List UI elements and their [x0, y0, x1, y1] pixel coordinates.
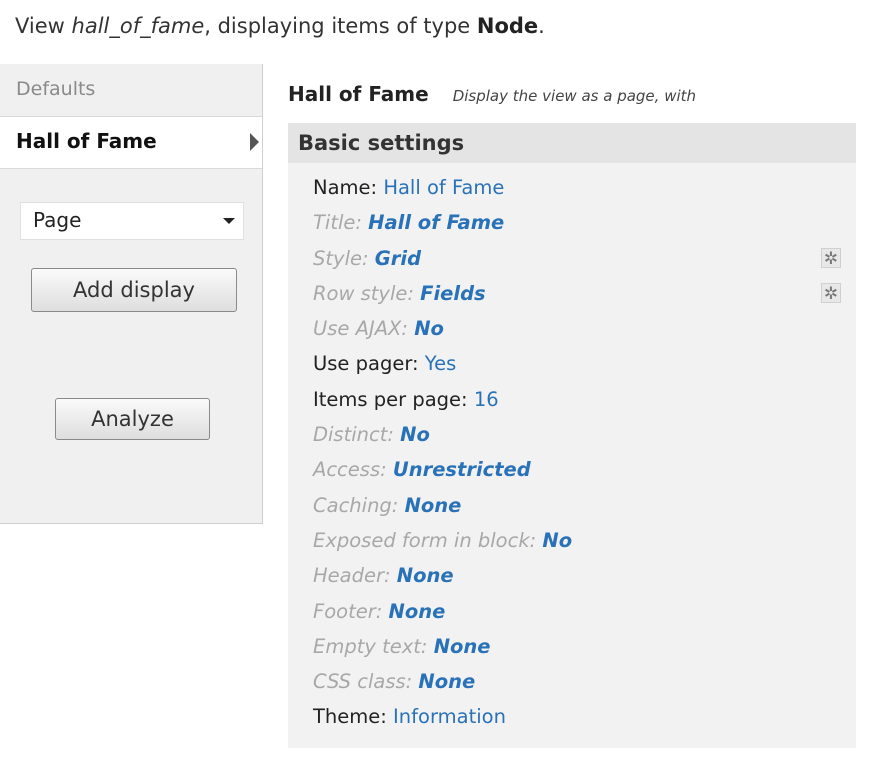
setting-label: Items per page:	[313, 387, 468, 411]
display-description: Display the view as a page, with	[452, 87, 697, 105]
setting-value-link[interactable]: No	[414, 317, 444, 340]
view-base-type: Node	[476, 14, 539, 38]
setting-row: Theme: Information	[313, 705, 572, 740]
setting-label: Caching:	[313, 493, 399, 517]
analyze-button[interactable]: Analyze	[55, 398, 210, 440]
basic-settings-title: Basic settings	[298, 131, 465, 155]
setting-row: Use pager: Yes	[313, 352, 572, 387]
setting-row: Caching: None	[313, 494, 572, 529]
description-prefix: View	[15, 14, 72, 38]
description-suffix: .	[538, 14, 545, 38]
setting-row: Title: Hall of Fame	[313, 211, 572, 246]
setting-value-link[interactable]: None	[434, 635, 491, 658]
setting-row: Access: Unrestricted	[313, 458, 572, 493]
tab-defaults-label: Defaults	[16, 78, 96, 100]
setting-value-link[interactable]: Hall of Fame	[383, 176, 504, 199]
setting-label: Distinct:	[313, 423, 394, 447]
setting-row: Style: Grid	[313, 247, 572, 282]
setting-label: Access:	[313, 458, 387, 482]
setting-value-link[interactable]: 16	[474, 388, 499, 411]
setting-label: Header:	[313, 564, 391, 588]
triangle-right-icon	[250, 133, 259, 151]
setting-value-link[interactable]: No	[542, 529, 572, 552]
description-middle: , displaying items of type	[204, 14, 477, 38]
setting-value-link[interactable]: Information	[393, 705, 506, 728]
add-display-button[interactable]: Add display	[31, 268, 237, 312]
setting-value-link[interactable]: Yes	[425, 352, 456, 375]
setting-value-link[interactable]: None	[405, 494, 462, 517]
setting-row: Distinct: No	[313, 423, 572, 458]
setting-label: Use pager:	[313, 352, 419, 376]
setting-value-link[interactable]: None	[418, 670, 475, 693]
setting-value-link[interactable]: Grid	[375, 247, 421, 270]
settings-list: Name: Hall of Fame Title: Hall of Fame Sty…	[313, 176, 572, 741]
basic-settings-header: Basic settings	[288, 123, 856, 163]
setting-row: Header: None	[313, 564, 572, 599]
setting-label: Name:	[313, 176, 378, 199]
setting-row: Use AJAX: No	[313, 317, 572, 352]
page-description: View hall_of_fame, displaying items of t…	[15, 14, 545, 38]
setting-value-link[interactable]: Fields	[420, 282, 485, 305]
chevron-down-icon	[223, 218, 235, 224]
setting-row: Footer: None	[313, 600, 572, 635]
setting-value-link[interactable]: None	[397, 564, 454, 587]
gear-icon[interactable]: ✲	[821, 248, 841, 269]
setting-label: Use AJAX:	[313, 317, 408, 341]
setting-value-link[interactable]: None	[389, 600, 446, 623]
setting-row: Name: Hall of Fame	[313, 176, 572, 211]
display-title: Hall of Fame	[288, 82, 429, 106]
analyze-box: Analyze	[0, 341, 262, 523]
setting-row: Exposed form in block: No	[313, 529, 572, 564]
view-machine-name: hall_of_fame	[71, 14, 205, 38]
setting-label: Style:	[313, 246, 369, 270]
setting-label: Exposed form in block:	[313, 528, 537, 552]
tab-hall-of-fame[interactable]: Hall of Fame	[0, 117, 262, 167]
basic-settings-panel: Basic settings Name: Hall of Fame Title: …	[288, 123, 856, 748]
setting-value-link[interactable]: No	[400, 423, 430, 446]
display-tabs-column: Defaults Hall of Fame Page Add display A…	[0, 64, 263, 524]
display-heading: Hall of Fame Display the view as a page, …	[288, 82, 696, 106]
setting-value-link[interactable]: Unrestricted	[393, 458, 531, 481]
setting-label: Title:	[313, 211, 362, 235]
setting-label: Row style:	[313, 281, 414, 305]
gear-icon[interactable]: ✲	[821, 283, 841, 304]
setting-row: Empty text: None	[313, 635, 572, 670]
setting-label: Footer:	[313, 599, 383, 623]
setting-label: Theme:	[313, 705, 387, 729]
setting-value-link[interactable]: Hall of Fame	[368, 211, 504, 234]
setting-label: Empty text:	[313, 634, 428, 658]
setting-row: Items per page: 16	[313, 388, 572, 423]
add-display-box: Page Add display	[0, 168, 262, 342]
setting-label: CSS class:	[313, 670, 413, 694]
display-type-selected-value: Page	[33, 208, 82, 232]
tab-hall-of-fame-label: Hall of Fame	[16, 129, 157, 153]
display-settings-column: Hall of Fame Display the view as a page, …	[263, 64, 869, 758]
setting-row: Row style: Fields	[313, 282, 572, 317]
tab-defaults[interactable]: Defaults	[0, 64, 262, 117]
display-type-select[interactable]: Page	[20, 202, 244, 240]
setting-row: CSS class: None	[313, 670, 572, 705]
